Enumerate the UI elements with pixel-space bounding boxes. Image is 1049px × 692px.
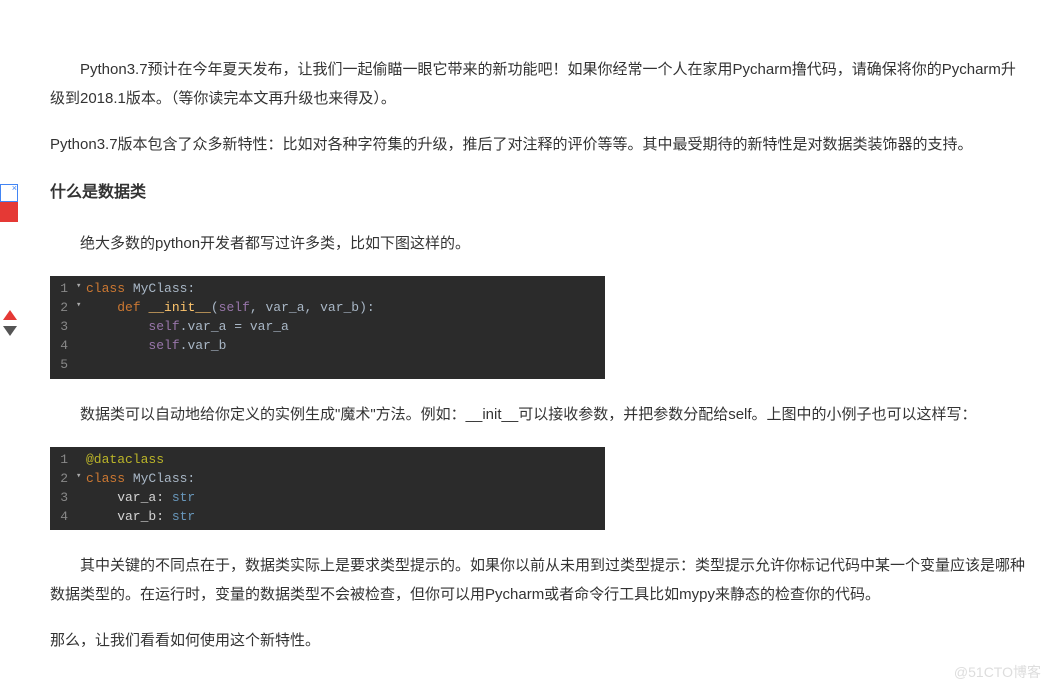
paragraph: Python3.7预计在今年夏天发布，让我们一起偷瞄一眼它带来的新功能吧！如果你… <box>50 56 1028 113</box>
code-text: def __init__(self, var_a, var_b): <box>86 299 375 318</box>
code-line: 3 self.var_a = var_a <box>50 318 605 337</box>
fold-icon <box>76 489 86 508</box>
line-number: 2 <box>50 470 76 489</box>
line-number: 1 <box>50 280 76 299</box>
fold-icon[interactable]: ▾ <box>76 470 86 489</box>
ad-badge[interactable]: × <box>0 184 18 202</box>
code-line: 2▾ def __init__(self, var_a, var_b): <box>50 299 605 318</box>
line-number: 3 <box>50 489 76 508</box>
code-block-1: 1▾class MyClass:2▾ def __init__(self, va… <box>50 276 605 378</box>
fold-icon <box>76 508 86 527</box>
code-text: self.var_b <box>86 337 226 356</box>
code-block-2: 1@dataclass2▾class MyClass:3 var_a: str4… <box>50 447 605 530</box>
code-text: var_b: str <box>86 508 195 527</box>
paragraph: 绝大多数的python开发者都写过许多类，比如下图这样的。 <box>50 230 1028 259</box>
left-rail: × <box>0 0 26 692</box>
line-number: 4 <box>50 508 76 527</box>
arrow-up-icon[interactable] <box>3 310 17 320</box>
code-line: 5 <box>50 356 605 375</box>
code-text: class MyClass: <box>86 280 195 299</box>
line-number: 2 <box>50 299 76 318</box>
code-line: 3 var_a: str <box>50 489 605 508</box>
code-text: class MyClass: <box>86 470 195 489</box>
line-number: 4 <box>50 337 76 356</box>
code-line: 2▾class MyClass: <box>50 470 605 489</box>
fold-icon <box>76 356 86 375</box>
arrow-down-icon[interactable] <box>3 326 17 336</box>
code-text: self.var_a = var_a <box>86 318 289 337</box>
code-text: @dataclass <box>86 451 164 470</box>
ad-close-icon[interactable]: × <box>12 184 17 193</box>
fold-icon <box>76 318 86 337</box>
code-line: 1▾class MyClass: <box>50 280 605 299</box>
watermark: @51CTO博客 <box>954 659 1041 686</box>
paragraph: 那么，让我们看看如何使用这个新特性。 <box>50 627 1028 656</box>
article-content: Python3.7预计在今年夏天发布，让我们一起偷瞄一眼它带来的新功能吧！如果你… <box>50 56 1028 674</box>
line-number: 5 <box>50 356 76 375</box>
fold-icon <box>76 451 86 470</box>
paragraph: Python3.7版本包含了众多新特性：比如对各种字符集的升级，推后了对注释的评… <box>50 131 1028 160</box>
code-line: 1 @dataclass <box>50 451 605 470</box>
section-heading: 什么是数据类 <box>50 178 1028 208</box>
fold-icon[interactable]: ▾ <box>76 280 86 299</box>
line-number: 3 <box>50 318 76 337</box>
scroll-arrows <box>3 310 17 336</box>
ad-strip <box>0 202 18 222</box>
code-line: 4 var_b: str <box>50 508 605 527</box>
fold-icon <box>76 337 86 356</box>
code-line: 4 self.var_b <box>50 337 605 356</box>
code-text: var_a: str <box>86 489 195 508</box>
line-number: 1 <box>50 451 76 470</box>
paragraph: 其中关键的不同点在于，数据类实际上是要求类型提示的。如果你以前从未用到过类型提示… <box>50 552 1028 609</box>
paragraph: 数据类可以自动地给你定义的实例生成"魔术"方法。例如：__init__可以接收参… <box>50 401 1028 430</box>
fold-icon[interactable]: ▾ <box>76 299 86 318</box>
